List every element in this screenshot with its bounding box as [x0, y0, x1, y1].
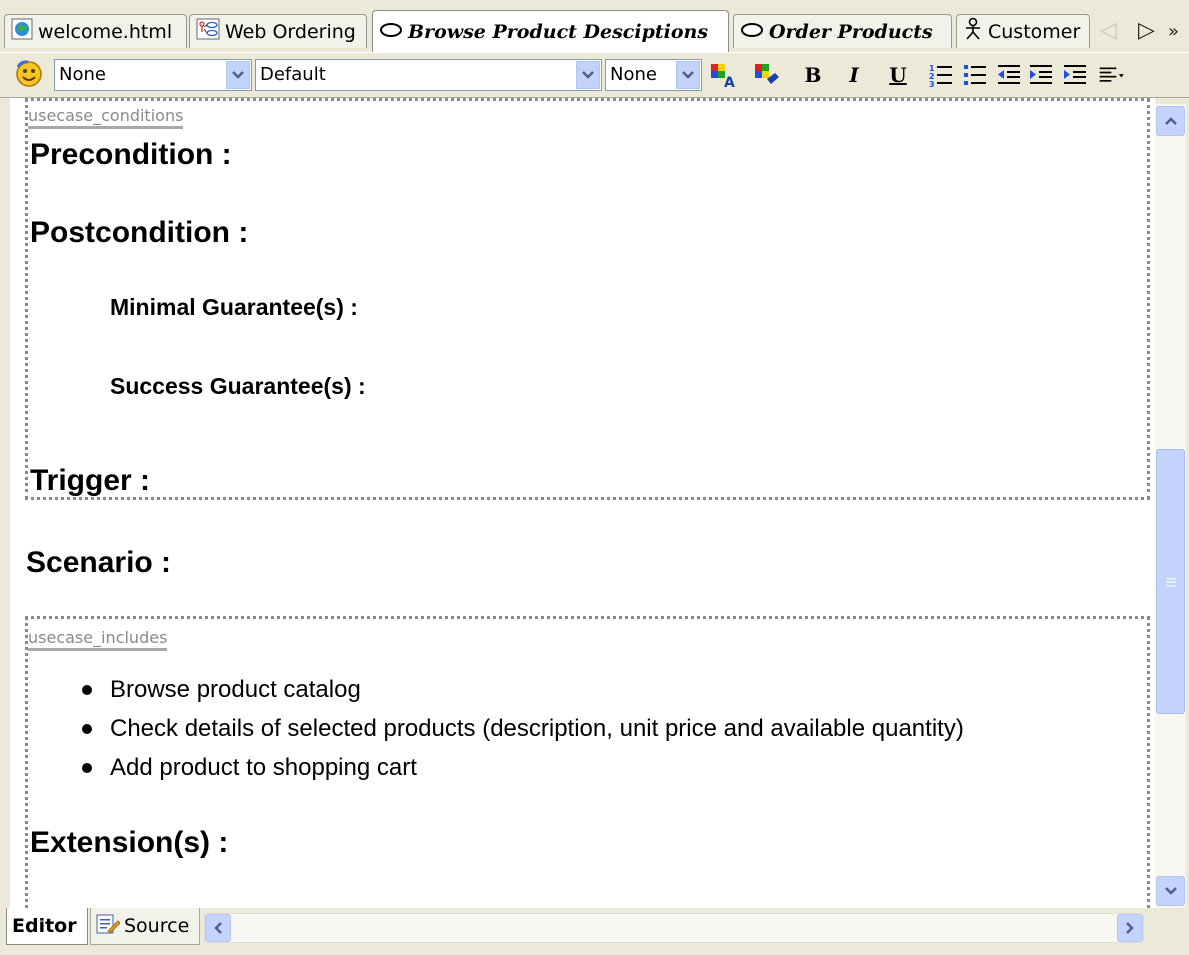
chevron-right-icon: [1126, 922, 1134, 934]
align-left-dropdown-icon[interactable]: [1098, 60, 1128, 90]
list-item: Check details of selected products (desc…: [82, 709, 964, 748]
region-tag-includes: usecase_includes: [28, 628, 168, 651]
scroll-tabs-right-icon[interactable]: ▷: [1138, 18, 1155, 43]
use-case-oval-icon: [740, 21, 764, 43]
editor-tab-strip: welcome.html Web Ordering Browse Product…: [0, 0, 1189, 52]
scroll-tabs-left-icon[interactable]: ◁: [1100, 18, 1117, 43]
scenario-heading: Scenario :: [26, 546, 172, 579]
scroll-up-button[interactable]: [1156, 106, 1185, 136]
html-page-icon: [11, 18, 33, 45]
chevron-down-icon[interactable]: [576, 61, 600, 89]
wysiwyg-editor[interactable]: usecase_conditions Precondition : Postco…: [10, 98, 1155, 908]
use-case-diagram-icon: [196, 18, 220, 45]
extensions-heading: Extension(s) :: [30, 826, 229, 859]
tab-editor-label: Editor: [12, 915, 77, 937]
tab-label: Browse Product Desciptions: [408, 20, 709, 43]
grip-icon: [1165, 577, 1176, 586]
source-edit-icon: [96, 913, 121, 940]
tab-web-ordering[interactable]: Web Ordering: [189, 14, 367, 48]
formatting-toolbar: None Default None A B I U 123: [0, 52, 1189, 98]
region-tag-conditions: usecase_conditions: [28, 106, 184, 129]
font-size-select[interactable]: None: [605, 59, 702, 91]
indent-icon[interactable]: [1026, 60, 1056, 90]
tab-browse-product-desciptions[interactable]: Browse Product Desciptions: [372, 10, 729, 52]
tab-source[interactable]: Source: [90, 908, 200, 945]
success-guarantee-heading: Success Guarantee(s) :: [110, 373, 366, 399]
minimal-guarantee-heading: Minimal Guarantee(s) :: [110, 294, 358, 320]
vertical-scrollbar[interactable]: [1155, 104, 1186, 908]
numbered-list-icon[interactable]: 123: [926, 60, 956, 90]
use-case-oval-icon: [379, 21, 403, 43]
postcondition-heading: Postcondition :: [30, 216, 249, 249]
outdent-icon[interactable]: [994, 60, 1024, 90]
tab-label: welcome.html: [38, 20, 173, 43]
underline-button[interactable]: U: [883, 60, 913, 90]
italic-button[interactable]: I: [839, 60, 869, 90]
includes-list: Browse product catalog Check details of …: [42, 670, 964, 787]
paragraph-style-select[interactable]: None: [54, 59, 252, 91]
highlight-color-icon[interactable]: [752, 60, 782, 90]
tab-welcome-html[interactable]: welcome.html: [4, 14, 187, 48]
actor-icon: [963, 17, 983, 46]
scroll-down-button[interactable]: [1156, 876, 1185, 906]
tab-label: Customer: [988, 20, 1081, 43]
bullet-list-icon[interactable]: [960, 60, 990, 90]
tab-editor[interactable]: Editor: [6, 908, 88, 945]
font-family-select[interactable]: Default: [255, 59, 602, 91]
tab-label: Web Ordering: [225, 20, 356, 43]
chevron-down-icon: [1164, 887, 1177, 895]
scroll-thumb[interactable]: [1156, 449, 1185, 714]
chevron-left-icon: [214, 922, 222, 934]
font-size-value: None: [610, 64, 657, 85]
tab-label: Order Products: [769, 20, 933, 43]
text-color-icon[interactable]: A: [708, 60, 738, 90]
indent-icon[interactable]: [1060, 60, 1090, 90]
font-family-value: Default: [260, 64, 326, 85]
paragraph-style-value: None: [59, 64, 106, 85]
tab-customer[interactable]: Customer: [956, 14, 1090, 48]
list-item: Browse product catalog: [82, 670, 964, 709]
precondition-heading: Precondition :: [30, 138, 232, 171]
chevron-up-icon: [1164, 117, 1177, 125]
trigger-heading: Trigger :: [30, 464, 151, 497]
scroll-right-button[interactable]: [1117, 914, 1143, 942]
tab-order-products[interactable]: Order Products: [733, 14, 952, 48]
tab-source-label: Source: [124, 915, 190, 937]
bold-button[interactable]: B: [798, 60, 828, 90]
svg-text:3: 3: [929, 80, 935, 88]
help-smiley-icon[interactable]: [14, 59, 44, 93]
chevron-down-icon[interactable]: [676, 61, 700, 89]
scroll-left-button[interactable]: [205, 914, 231, 942]
horizontal-scrollbar[interactable]: [204, 913, 1144, 943]
editor-mode-bar: Editor Source: [0, 908, 1189, 955]
list-item: Add product to shopping cart: [82, 748, 964, 787]
tab-list-overflow-icon[interactable]: »: [1168, 21, 1179, 42]
svg-text:A: A: [724, 75, 735, 89]
chevron-down-icon[interactable]: [226, 61, 250, 89]
